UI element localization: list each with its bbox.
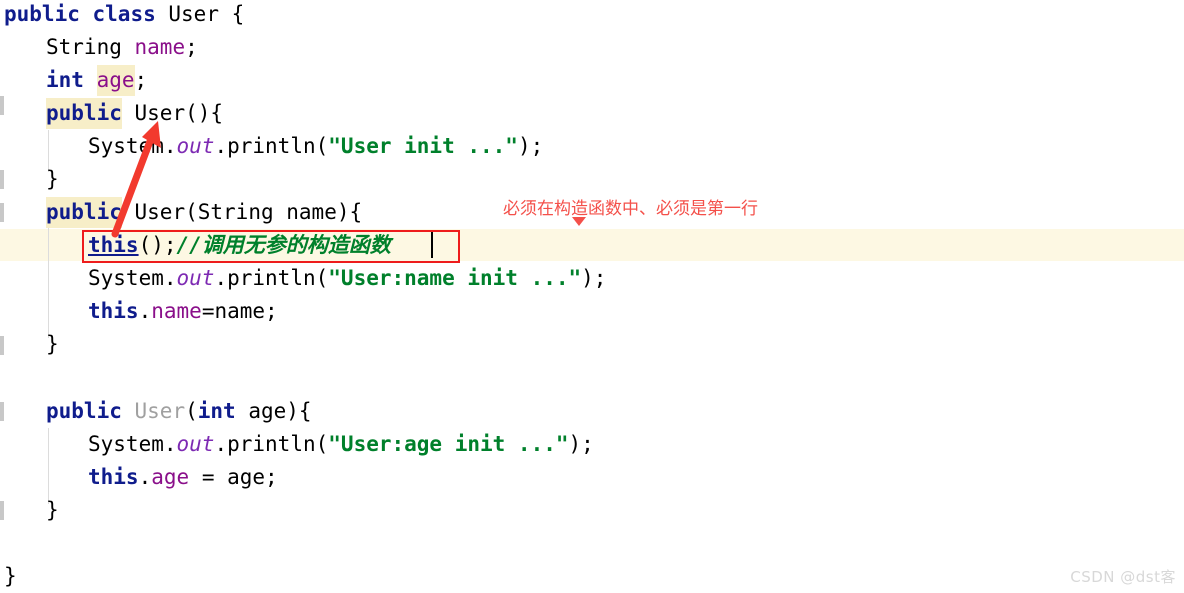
code-line[interactable]: System.out.println("User:name init ...")…	[0, 262, 1184, 295]
string-literal: "User:name init ..."	[328, 266, 582, 290]
paren-open: (	[315, 266, 329, 290]
ctor-signature: (){	[185, 101, 224, 125]
ctor-signature-end: ){	[336, 200, 363, 224]
code-line[interactable]: }	[0, 494, 1184, 527]
code-line[interactable]: System.out.println("User init ...");	[0, 130, 1184, 163]
field-age: age	[151, 465, 190, 489]
brace-close: }	[46, 332, 59, 356]
string-literal: "User init ..."	[328, 134, 518, 158]
param-age: age	[227, 465, 266, 489]
paren-open: (	[185, 200, 198, 224]
code-line[interactable]: public User(int age){	[0, 395, 1184, 428]
println-token: println	[227, 266, 316, 290]
keyword-public-highlighted: public	[46, 197, 122, 228]
code-line-this-call[interactable]: this();//调用无参的构造函数	[0, 229, 1184, 262]
text-caret	[431, 232, 433, 258]
field-name: name	[134, 35, 186, 59]
param-name: name	[214, 299, 266, 323]
assign-op: =	[201, 299, 215, 323]
brace-open: {	[218, 2, 245, 26]
code-line[interactable]: System.out.println("User:age init ...");	[0, 428, 1184, 461]
brace-close: }	[46, 167, 59, 191]
code-line[interactable]: }	[0, 560, 1184, 593]
call-parens: ();	[138, 233, 177, 257]
semicolon: ;	[265, 465, 278, 489]
code-editor[interactable]: public class User { String name; int age…	[0, 0, 1184, 593]
println-token: println	[227, 134, 316, 158]
comment-this-call: //调用无参的构造函数	[176, 233, 391, 257]
out-token: out	[176, 266, 215, 290]
code-line[interactable]: int age;	[0, 64, 1184, 97]
code-line[interactable]: public User(){	[0, 97, 1184, 130]
annotation-text: 必须在构造函数中、必须是第一行	[503, 199, 758, 219]
dot: .	[163, 432, 177, 456]
system-token: System	[88, 266, 164, 290]
out-token: out	[176, 432, 215, 456]
field-name: name	[151, 299, 202, 323]
semicolon: ;	[134, 68, 148, 92]
code-line[interactable]: public class User {	[0, 0, 1184, 31]
ctor-signature-end: ){	[286, 399, 312, 423]
code-line[interactable]: }	[0, 328, 1184, 361]
keyword-public: public	[46, 399, 122, 423]
dot: .	[163, 266, 177, 290]
annotation-down-triangle-icon	[572, 217, 586, 226]
code-line[interactable]: this.name=name;	[0, 295, 1184, 328]
code-line[interactable]: String name;	[0, 31, 1184, 64]
brace-close-class: }	[4, 564, 17, 588]
paren-open: (	[185, 399, 198, 423]
ctor-user: User	[134, 200, 186, 224]
keyword-class: class	[92, 2, 156, 26]
keyword-this: this	[88, 465, 139, 489]
string-literal: "User:age init ..."	[328, 432, 569, 456]
code-line-blank[interactable]	[0, 527, 1184, 560]
code-line-blank[interactable]	[0, 361, 1184, 394]
ctor-user-unused: User	[134, 399, 186, 423]
dot: .	[214, 432, 228, 456]
keyword-this: this	[88, 299, 139, 323]
dot: .	[163, 134, 177, 158]
keyword-public: public	[4, 2, 80, 26]
out-token: out	[176, 134, 215, 158]
paren-close-semicolon: );	[517, 134, 544, 158]
dot: .	[138, 465, 152, 489]
param-name: name	[286, 200, 337, 224]
paren-close-semicolon: );	[568, 432, 594, 456]
dot: .	[214, 134, 228, 158]
assign-op: =	[189, 465, 228, 489]
type-string: String	[197, 200, 274, 224]
brace-close: }	[46, 498, 59, 522]
code-line[interactable]: this.age = age;	[0, 461, 1184, 494]
keyword-this: this	[88, 233, 139, 257]
paren-open: (	[315, 134, 329, 158]
ctor-user: User	[134, 101, 186, 125]
field-age-highlighted: age	[96, 65, 135, 96]
semicolon: ;	[185, 35, 198, 59]
system-token: System	[88, 432, 164, 456]
keyword-int: int	[46, 68, 84, 92]
keyword-int: int	[197, 399, 236, 423]
code-line[interactable]: }	[0, 163, 1184, 196]
paren-close-semicolon: );	[581, 266, 607, 290]
dot: .	[138, 299, 152, 323]
type-string: String	[46, 35, 122, 59]
semicolon: ;	[265, 299, 278, 323]
keyword-public-highlighted: public	[46, 98, 122, 129]
type-user: User	[168, 2, 219, 26]
paren-open: (	[315, 432, 329, 456]
dot: .	[214, 266, 228, 290]
println-token: println	[227, 432, 316, 456]
csdn-watermark: CSDN @dst客	[1070, 568, 1176, 586]
param-age: age	[248, 399, 287, 423]
system-token: System	[88, 134, 164, 158]
